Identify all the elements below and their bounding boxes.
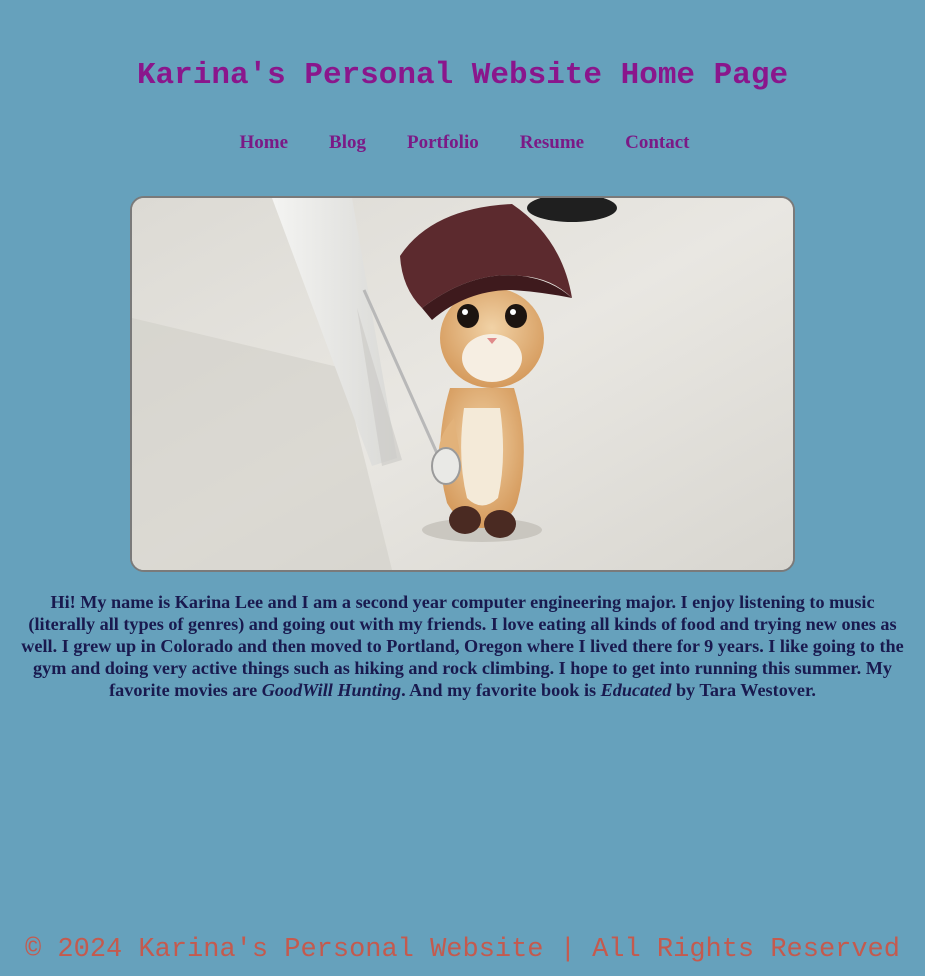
favorite-movie: GoodWill Hunting	[261, 680, 402, 700]
bio-paragraph: Hi! My name is Karina Lee and I am a sec…	[20, 591, 905, 701]
nav-link-contact[interactable]: Contact	[625, 130, 689, 156]
hero-image	[130, 196, 795, 572]
nav-link-portfolio[interactable]: Portfolio	[407, 130, 479, 156]
bio-text-end: by Tara Westover.	[671, 680, 816, 700]
page-title: Karina's Personal Website Home Page	[136, 58, 789, 93]
nav-link-blog[interactable]: Blog	[329, 130, 366, 156]
footer-copyright: © 2024 Karina's Personal Website | All R…	[25, 935, 900, 965]
bio-text-middle: . And my favorite book is	[401, 680, 601, 700]
main-nav: Home Blog Portfolio Resume Contact	[0, 130, 925, 156]
favorite-book: Educated	[600, 680, 672, 700]
footer: © 2024 Karina's Personal Website | All R…	[0, 932, 925, 968]
nav-link-resume[interactable]: Resume	[520, 130, 584, 156]
nav-link-home[interactable]: Home	[239, 130, 288, 156]
